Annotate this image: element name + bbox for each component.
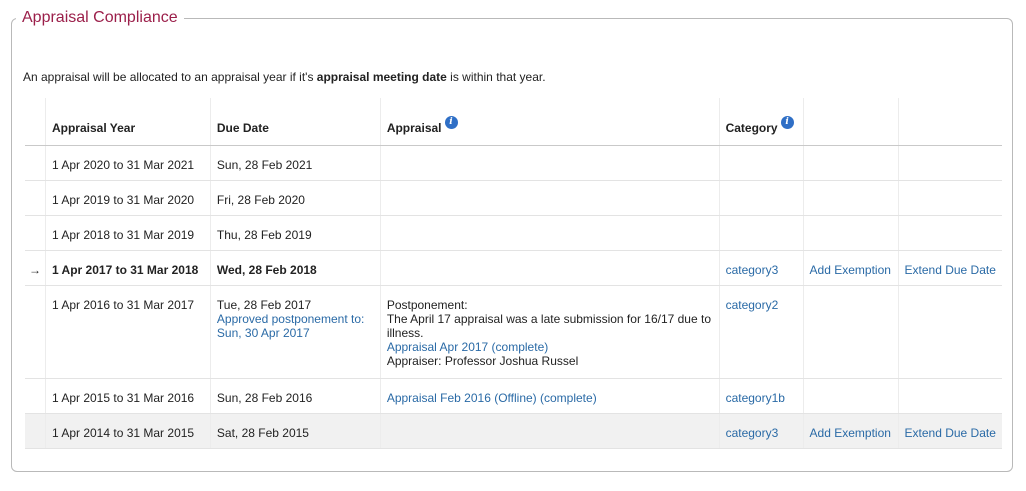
header-action2 [897, 98, 1002, 146]
category-link[interactable]: category2 [726, 298, 779, 312]
row-due-date: Thu, 28 Feb 2019 [209, 215, 381, 251]
category-link[interactable]: category1b [726, 391, 785, 405]
extend-due-date-link[interactable]: Extend Due Date [905, 426, 996, 440]
row-year: 1 Apr 2016 to 31 Mar 2017 [44, 285, 211, 379]
row-year: 1 Apr 2020 to 31 Mar 2021 [44, 145, 211, 181]
row-year: 1 Apr 2015 to 31 Mar 2016 [44, 378, 211, 414]
approved-postponement-link[interactable]: Approved postponement to: Sun, 30 Apr 20… [217, 312, 374, 340]
info-icon[interactable]: i [444, 116, 458, 129]
header-marker-cell [25, 98, 46, 146]
intro-text-end: is within that year. [446, 70, 546, 84]
table-header-row: Appraisal Year Due Date Appraisal i Categ… [25, 98, 1002, 146]
table-row-current: → 1 Apr 2017 to 31 Mar 2018 Wed, 28 Feb … [25, 250, 1002, 286]
row-appraisal-cell: Postponement: The April 17 appraisal was… [379, 285, 720, 379]
table-row: 1 Apr 2019 to 31 Mar 2020 Fri, 28 Feb 20… [25, 180, 1002, 216]
panel-title: Appraisal Compliance [16, 8, 184, 28]
row-year: 1 Apr 2014 to 31 Mar 2015 [44, 413, 211, 449]
postponement-text: The April 17 appraisal was a late submis… [386, 312, 711, 340]
postponement-label: Postponement: [386, 298, 468, 312]
row-due-date: Sun, 28 Feb 2016 [209, 378, 381, 414]
header-appraisal-year: Appraisal Year [44, 98, 211, 146]
appraisal-link[interactable]: Appraisal Apr 2017 (complete) [387, 340, 713, 354]
header-action1 [802, 98, 899, 146]
row-year: 1 Apr 2019 to 31 Mar 2020 [44, 180, 211, 216]
header-appraisal-label: Appraisal [386, 121, 442, 135]
row-due-date: Fri, 28 Feb 2020 [209, 180, 381, 216]
table-row: 1 Apr 2020 to 31 Mar 2021 Sun, 28 Feb 20… [25, 145, 1002, 181]
appraisal-link[interactable]: Appraisal Feb 2016 (Offline) (complete) [387, 391, 597, 405]
table-row: 1 Apr 2016 to 31 Mar 2017 Tue, 28 Feb 20… [25, 285, 1002, 379]
category-link[interactable]: category3 [726, 263, 779, 277]
table-row: 1 Apr 2014 to 31 Mar 2015 Sat, 28 Feb 20… [25, 413, 1002, 449]
row-due-date-cell: Tue, 28 Feb 2017 Approved postponement t… [209, 285, 381, 379]
intro-text-start: An appraisal will be allocated to an app… [23, 70, 317, 84]
appraiser-text: Appraiser: Professor Joshua Russel [386, 354, 579, 368]
info-icon[interactable]: i [780, 116, 794, 129]
add-exemption-link[interactable]: Add Exemption [810, 263, 891, 277]
appraisal-table: Appraisal Year Due Date Appraisal i Categ… [25, 98, 1002, 449]
header-appraisal: Appraisal i [379, 98, 720, 146]
header-due-date: Due Date [209, 98, 381, 146]
row-year: 1 Apr 2018 to 31 Mar 2019 [44, 215, 211, 251]
row-year: 1 Apr 2017 to 31 Mar 2018 [44, 250, 211, 286]
row-due-date: Tue, 28 Feb 2017 [216, 298, 312, 312]
intro-text: An appraisal will be allocated to an app… [23, 70, 546, 84]
header-category-label: Category [725, 121, 778, 135]
table-row: 1 Apr 2018 to 31 Mar 2019 Thu, 28 Feb 20… [25, 215, 1002, 251]
add-exemption-link[interactable]: Add Exemption [810, 426, 891, 440]
extend-due-date-link[interactable]: Extend Due Date [905, 263, 996, 277]
row-due-date: Wed, 28 Feb 2018 [209, 250, 381, 286]
row-due-date: Sat, 28 Feb 2015 [209, 413, 381, 449]
category-link[interactable]: category3 [726, 426, 779, 440]
header-category: Category i [718, 98, 804, 146]
table-row: 1 Apr 2015 to 31 Mar 2016 Sun, 28 Feb 20… [25, 378, 1002, 414]
intro-text-bold: appraisal meeting date [316, 70, 447, 84]
current-year-arrow-icon: → [25, 250, 46, 286]
row-due-date: Sun, 28 Feb 2021 [209, 145, 381, 181]
